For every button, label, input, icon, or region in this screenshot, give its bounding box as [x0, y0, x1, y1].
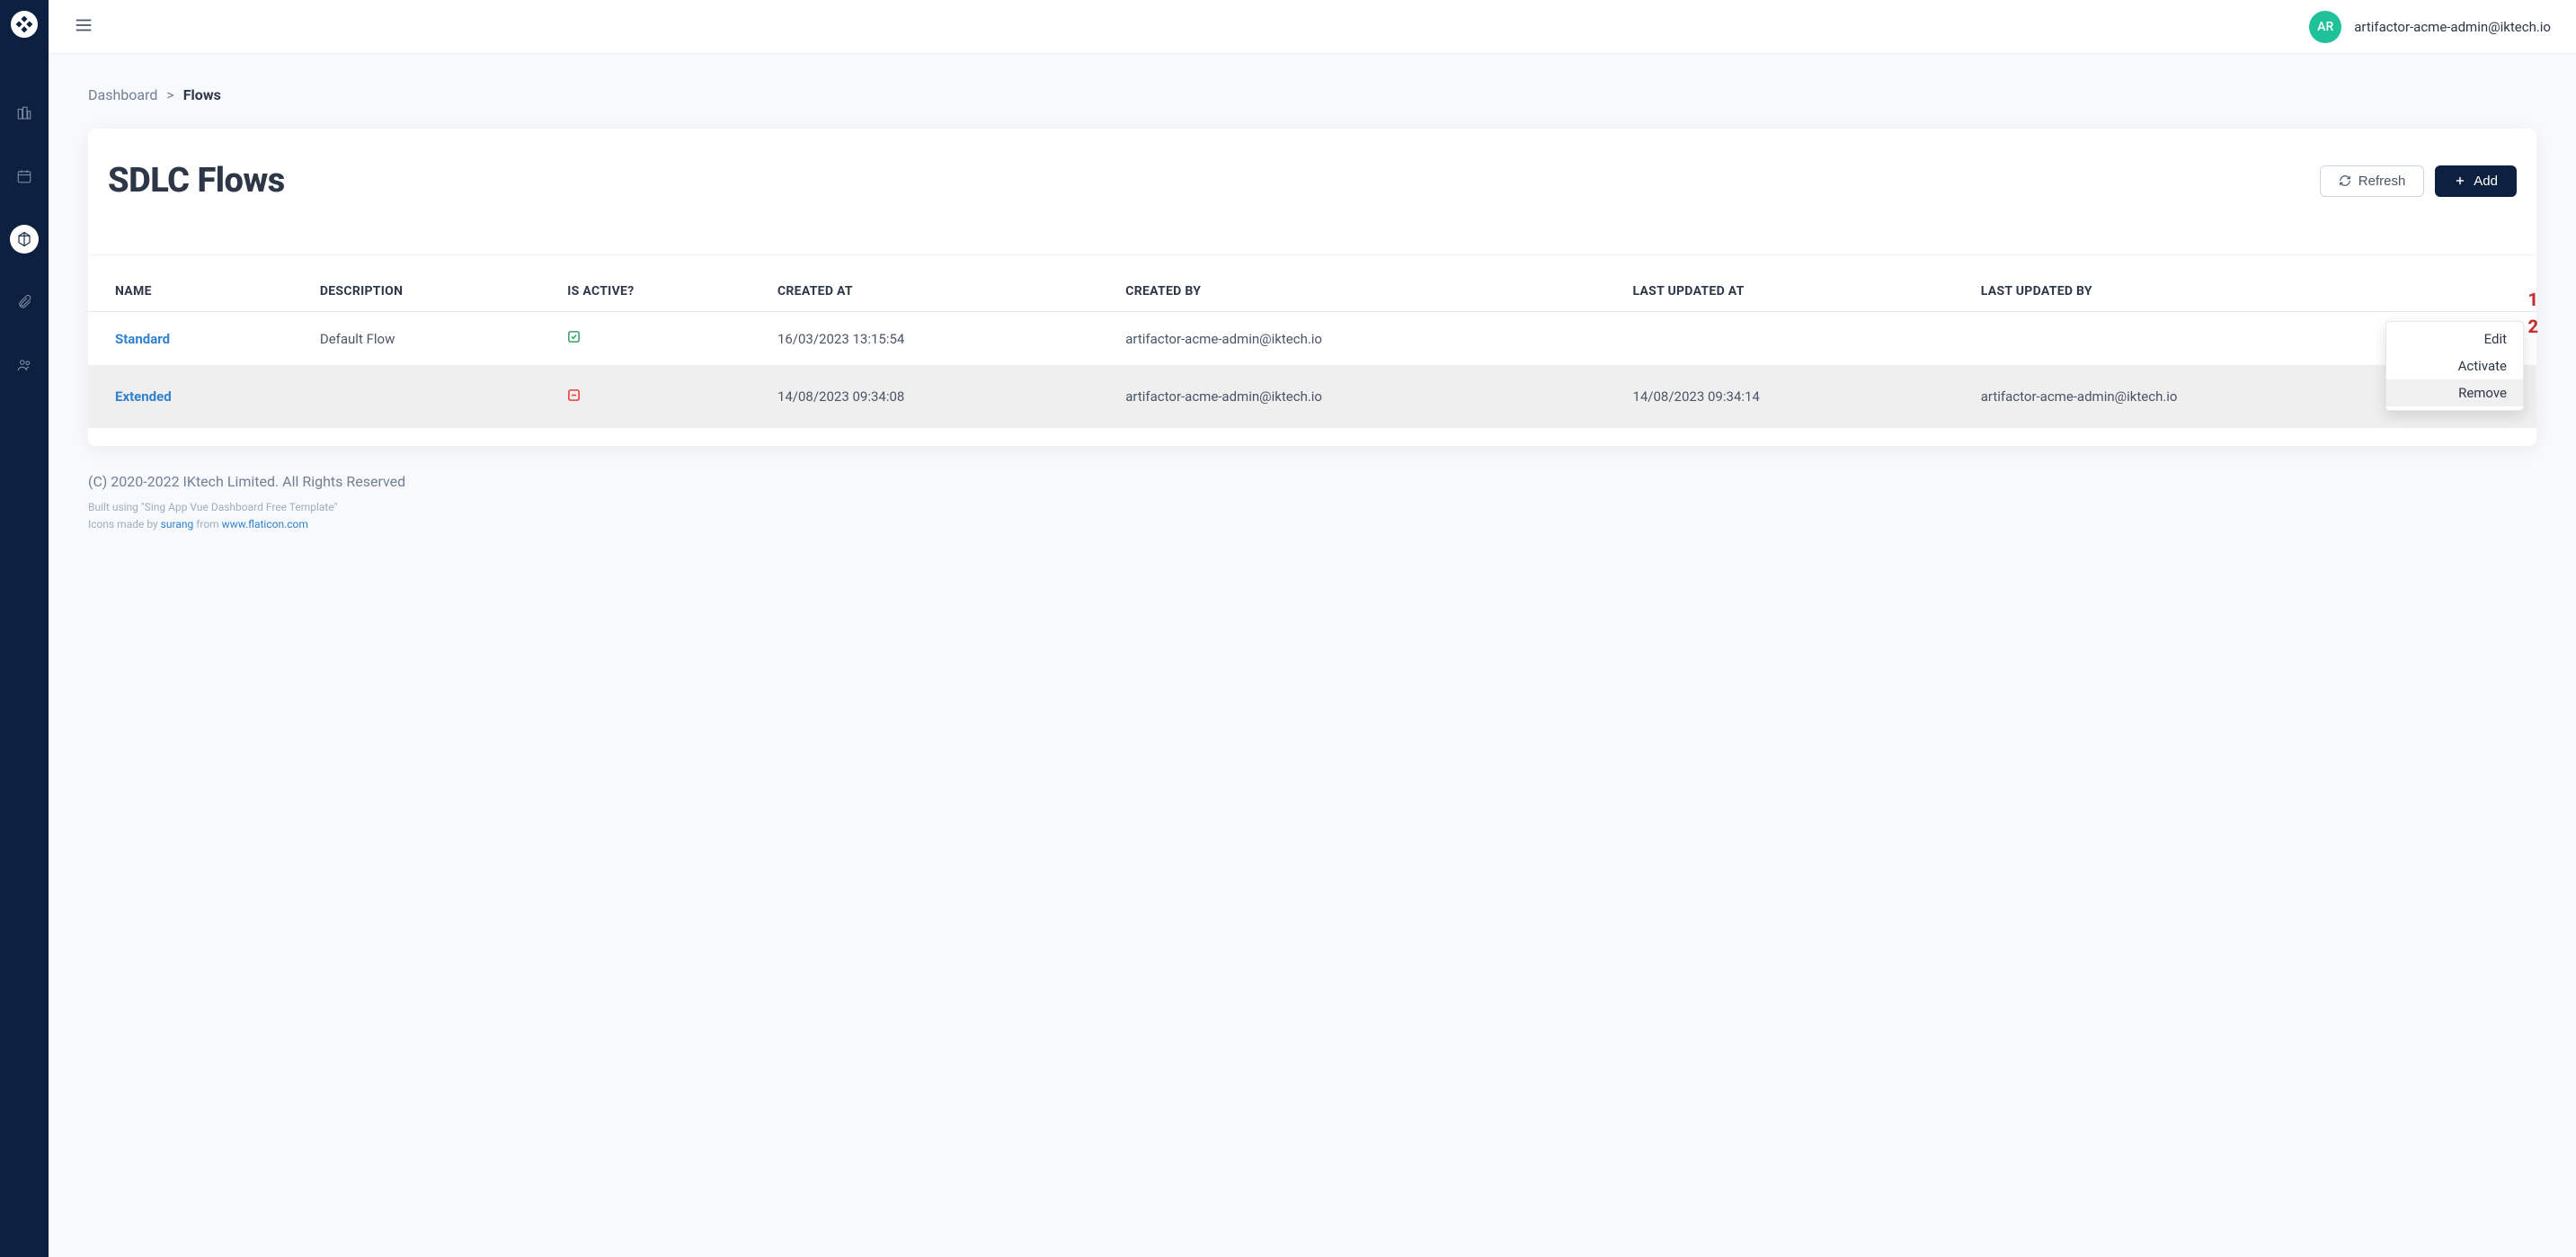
footer-built-using: Built using "Sing App Vue Dashboard Free… — [88, 499, 2536, 516]
menu-remove[interactable]: Remove — [2386, 379, 2523, 406]
menu-activate[interactable]: Activate — [2386, 352, 2523, 379]
flow-created-by: artifactor-acme-admin@iktech.io — [1113, 312, 1620, 366]
footer-copyright: (C) 2020-2022 IKtech Limited. All Rights… — [88, 473, 2536, 490]
sidebar-item-buildings[interactable] — [10, 99, 39, 128]
user-email: artifactor-acme-admin@iktech.io — [2354, 19, 2551, 35]
flow-updated-at — [1620, 312, 1968, 366]
annotation-1: 1 — [2527, 289, 2538, 310]
flow-name-link[interactable]: Standard — [115, 331, 170, 347]
minus-square-icon — [567, 388, 581, 402]
col-is-active: IS ACTIVE? — [555, 270, 765, 312]
hamburger-menu[interactable] — [74, 15, 93, 39]
refresh-label: Refresh — [2358, 174, 2406, 189]
flow-created-at: 16/03/2023 13:15:54 — [765, 312, 1113, 366]
footer-icons-mid: from — [193, 518, 221, 530]
avatar: AR — [2309, 11, 2341, 43]
page-title: SDLC Flows — [108, 161, 285, 201]
flow-created-at: 14/08/2023 09:34:08 — [765, 365, 1113, 428]
table-row: Extended — [88, 365, 2536, 428]
breadcrumb-current: Flows — [183, 86, 221, 103]
col-created-by: CREATED BY — [1113, 270, 1620, 312]
menu-edit[interactable]: Edit — [2386, 325, 2523, 352]
flow-name-link[interactable]: Extended — [115, 388, 172, 405]
logo[interactable] — [11, 11, 38, 38]
sidebar-item-calendar[interactable] — [10, 162, 39, 191]
hamburger-icon — [74, 15, 93, 35]
annotation-2: 2 — [2527, 316, 2538, 337]
refresh-icon — [2339, 174, 2351, 187]
calendar-icon — [16, 168, 32, 184]
flow-description — [307, 365, 555, 428]
footer-icons-author-link[interactable]: surang — [161, 518, 194, 530]
flow-created-by: artifactor-acme-admin@iktech.io — [1113, 365, 1620, 428]
sidebar-item-users[interactable] — [10, 351, 39, 379]
breadcrumb-root[interactable]: Dashboard — [88, 86, 157, 103]
breadcrumb: Dashboard > Flows — [88, 86, 2536, 103]
breadcrumb-separator: > — [166, 86, 173, 103]
add-button[interactable]: Add — [2435, 165, 2517, 197]
col-created-at: CREATED AT — [765, 270, 1113, 312]
flows-table: NAME DESCRIPTION IS ACTIVE? CREATED AT C… — [88, 270, 2536, 428]
buildings-icon — [16, 105, 32, 121]
col-description: DESCRIPTION — [307, 270, 555, 312]
inactive-status — [567, 389, 581, 406]
user-area[interactable]: AR artifactor-acme-admin@iktech.io — [2309, 11, 2551, 43]
flows-card: SDLC Flows Refresh — [88, 129, 2536, 446]
paperclip-icon — [16, 294, 32, 310]
active-status — [567, 331, 581, 347]
col-last-updated-by: LAST UPDATED BY — [1968, 270, 2475, 312]
cube-icon — [16, 231, 32, 247]
check-square-icon — [567, 330, 581, 343]
footer-flaticon-link[interactable]: www.flaticon.com — [222, 518, 308, 530]
add-label: Add — [2474, 174, 2498, 189]
flow-description: Default Flow — [307, 312, 555, 366]
refresh-button[interactable]: Refresh — [2320, 165, 2425, 197]
topbar: AR artifactor-acme-admin@iktech.io — [49, 0, 2576, 54]
users-icon — [16, 357, 32, 373]
sidebar-item-attachments[interactable] — [10, 288, 39, 316]
col-name: NAME — [88, 270, 307, 312]
table-row: Standard Default Flow — [88, 312, 2536, 366]
col-last-updated-at: LAST UPDATED AT — [1620, 270, 1968, 312]
sidebar-item-flows[interactable] — [10, 225, 39, 254]
flow-updated-at: 14/08/2023 09:34:14 — [1620, 365, 1968, 428]
footer-icons-prefix: Icons made by — [88, 518, 161, 530]
sidebar — [0, 0, 49, 1257]
plus-icon — [2454, 174, 2466, 187]
logo-icon — [15, 15, 33, 33]
row-actions-menu: Edit Activate Remove — [2385, 321, 2524, 411]
footer: (C) 2020-2022 IKtech Limited. All Rights… — [88, 473, 2536, 533]
